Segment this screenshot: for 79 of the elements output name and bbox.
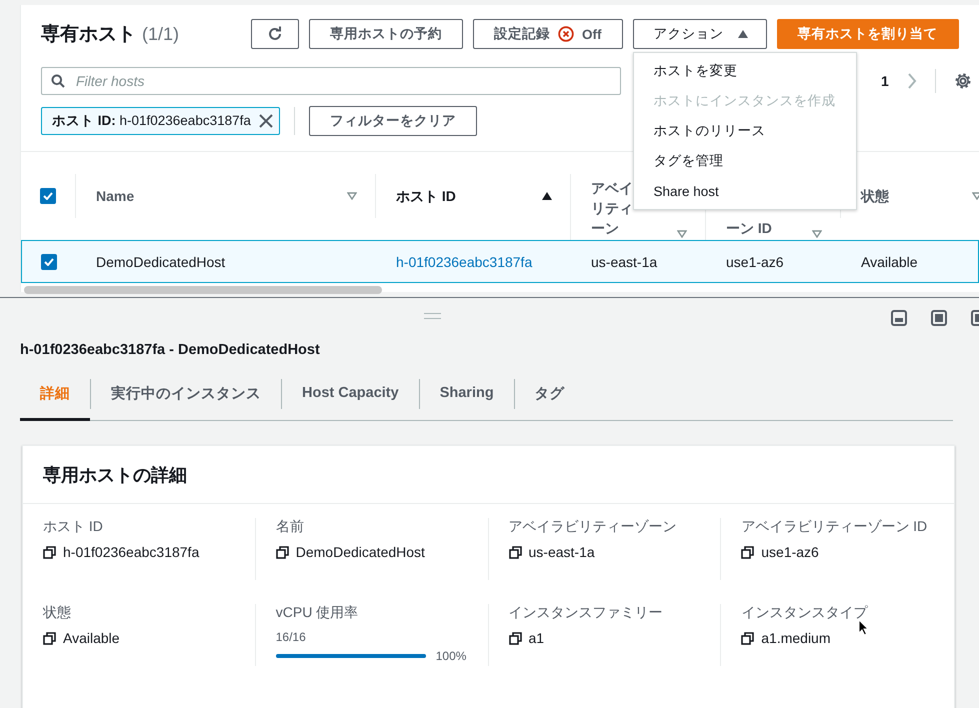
host-count: (1/1) bbox=[142, 24, 180, 45]
copy-icon[interactable] bbox=[741, 546, 754, 558]
usage-percent: 100% bbox=[436, 649, 466, 663]
actions-label: アクション bbox=[654, 25, 724, 43]
sort-icon[interactable] bbox=[347, 192, 357, 200]
refresh-icon bbox=[267, 26, 283, 42]
table-cell: use1-az6 bbox=[726, 254, 784, 270]
table-cell: DemoDedicatedHost bbox=[96, 254, 226, 270]
field-label: アベイラビリティーゾーン ID bbox=[741, 518, 928, 536]
table-cell: Available bbox=[861, 254, 918, 270]
panel-full-icon[interactable] bbox=[931, 310, 947, 326]
menu-item[interactable]: タグを管理 bbox=[634, 146, 856, 176]
field-value: Available bbox=[63, 630, 120, 646]
config-record-status: Off bbox=[582, 26, 602, 42]
detail-title: h-01f0236eabc3187fa - DemoDedicatedHost bbox=[20, 342, 321, 360]
column-header[interactable]: アベイ リティ ーン bbox=[591, 178, 633, 238]
host-id-link[interactable]: h-01f0236eabc3187fa bbox=[396, 254, 532, 270]
field-label: アベイラビリティーゾーン bbox=[508, 518, 678, 536]
column-header[interactable]: ーン ID bbox=[726, 216, 772, 238]
field-label: 状態 bbox=[43, 604, 72, 622]
menu-item[interactable]: Share host bbox=[634, 176, 856, 206]
table-row[interactable]: DemoDedicatedHost h-01f0236eabc3187fa us-east-1a use1-az6 Available bbox=[21, 240, 979, 283]
filter-text: ホスト ID: h-01f0236eabc3187fa bbox=[52, 112, 251, 130]
settings-icon[interactable] bbox=[954, 72, 972, 90]
scrollbar-thumb[interactable] bbox=[24, 286, 382, 294]
sort-icon[interactable] bbox=[972, 192, 979, 200]
page-title: 専有ホスト bbox=[41, 22, 136, 47]
field-label: vCPU 使用率 bbox=[276, 604, 360, 622]
usage-reading: 16/16 bbox=[276, 630, 307, 644]
sort-icon[interactable] bbox=[812, 230, 822, 238]
panel-side-icon[interactable] bbox=[971, 310, 979, 326]
config-record-label: 設定記録 bbox=[494, 25, 550, 43]
field-value: h-01f0236eabc3187fa bbox=[63, 544, 200, 560]
check-icon bbox=[44, 258, 54, 266]
caret-icon bbox=[738, 30, 748, 38]
search-icon bbox=[51, 74, 65, 88]
field-label: インスタンスタイプ bbox=[741, 604, 869, 622]
field-label: インスタンスファミリー bbox=[508, 604, 664, 622]
field-value: a1.medium bbox=[761, 630, 831, 646]
reserve-button[interactable]: 専用ホストの予約 bbox=[309, 19, 463, 49]
cursor-icon bbox=[858, 619, 869, 636]
page-number[interactable]: 1 bbox=[881, 73, 889, 89]
field-value: use1-az6 bbox=[761, 544, 819, 560]
tab[interactable]: Sharing bbox=[420, 368, 514, 420]
menu-item[interactable]: ホストのリリース bbox=[634, 116, 856, 146]
refresh-button[interactable] bbox=[251, 19, 299, 49]
panel-bottom-icon[interactable] bbox=[891, 310, 907, 326]
check-icon bbox=[43, 192, 53, 200]
field-value: us-east-1a bbox=[528, 544, 595, 560]
column-header[interactable]: Name bbox=[96, 186, 134, 206]
tab[interactable]: タグ bbox=[514, 368, 585, 420]
table-cell: us-east-1a bbox=[591, 254, 658, 270]
tab[interactable]: 実行中のインスタンス bbox=[91, 368, 281, 420]
config-record-button[interactable]: 設定記録 Off bbox=[473, 19, 622, 49]
copy-icon[interactable] bbox=[43, 632, 56, 644]
clear-filters-button[interactable]: フィルターをクリア bbox=[308, 106, 477, 136]
row-checkbox[interactable] bbox=[41, 254, 57, 270]
select-all-checkbox[interactable] bbox=[40, 188, 56, 204]
field-label: 名前 bbox=[276, 518, 305, 536]
search-field[interactable]: Filter hosts bbox=[41, 67, 621, 95]
copy-icon[interactable] bbox=[508, 632, 522, 644]
field-value: DemoDedicatedHost bbox=[296, 544, 425, 560]
tab[interactable]: Host Capacity bbox=[282, 368, 419, 420]
field-label: ホスト ID bbox=[43, 518, 104, 536]
sort-icon[interactable] bbox=[677, 230, 687, 238]
sort-ascending-icon[interactable] bbox=[542, 192, 552, 200]
copy-icon[interactable] bbox=[741, 632, 754, 644]
copy-icon[interactable] bbox=[276, 546, 289, 558]
resize-handle[interactable] bbox=[424, 313, 441, 319]
actions-button[interactable]: アクション bbox=[632, 19, 766, 49]
menu-item[interactable]: ホストを変更 bbox=[634, 56, 856, 86]
section-title: 専用ホストの詳細 bbox=[23, 446, 954, 504]
close-icon[interactable] bbox=[258, 114, 273, 128]
column-header[interactable]: ホスト ID bbox=[396, 186, 456, 206]
column-header[interactable]: 状態 bbox=[861, 186, 889, 206]
error-circle-icon bbox=[558, 26, 574, 42]
copy-icon[interactable] bbox=[508, 546, 522, 558]
field-value: a1 bbox=[528, 630, 544, 646]
copy-icon[interactable] bbox=[43, 546, 56, 558]
